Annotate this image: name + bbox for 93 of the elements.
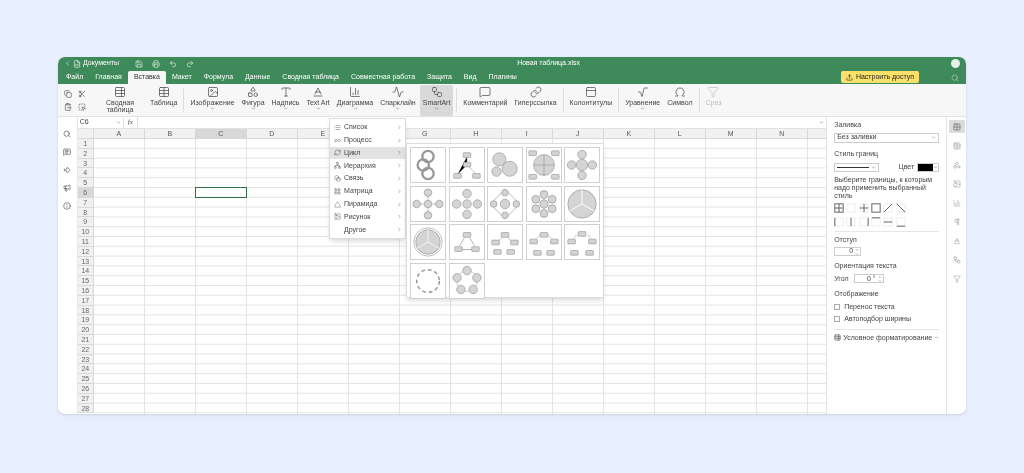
copy-icon[interactable] bbox=[64, 89, 72, 98]
letter-a-icon bbox=[952, 236, 961, 245]
sparkline-icon bbox=[391, 85, 404, 98]
caret-icon bbox=[115, 120, 121, 125]
infinity-icon bbox=[333, 136, 341, 144]
caret-icon bbox=[934, 335, 940, 341]
up-icon bbox=[877, 274, 882, 279]
cycle-diagram-thumbnail[interactable] bbox=[487, 224, 523, 260]
diagram-icon bbox=[952, 255, 961, 264]
down-icon bbox=[855, 251, 860, 256]
undo-icon[interactable] bbox=[169, 59, 178, 68]
border-option-icon[interactable] bbox=[858, 216, 869, 227]
table-icon bbox=[157, 85, 170, 98]
filter-icon bbox=[707, 85, 720, 98]
cycle-diagram-thumbnail[interactable] bbox=[487, 147, 523, 183]
pilcrow-icon bbox=[952, 217, 961, 226]
caret-icon bbox=[931, 135, 937, 140]
back-icon bbox=[64, 60, 71, 67]
upload-icon bbox=[845, 73, 853, 81]
expand-icon[interactable] bbox=[819, 120, 825, 125]
redo-icon[interactable] bbox=[186, 59, 195, 68]
letter-a-icon bbox=[312, 85, 325, 98]
venn-icon bbox=[333, 175, 341, 183]
cycle-diagram-thumbnail[interactable] bbox=[525, 224, 562, 260]
list-icon bbox=[333, 123, 341, 131]
bar-chart-icon bbox=[952, 198, 961, 207]
image-icon bbox=[333, 213, 341, 221]
cycle-icon bbox=[333, 149, 341, 157]
select-icon[interactable] bbox=[78, 102, 86, 111]
info-icon[interactable] bbox=[63, 202, 72, 210]
cycle-diagram-thumbnail[interactable] bbox=[525, 185, 562, 222]
caret-icon bbox=[933, 164, 939, 170]
caret-icon bbox=[871, 164, 877, 170]
avatar[interactable] bbox=[951, 59, 960, 68]
document-icon bbox=[73, 59, 81, 68]
megaphone-icon[interactable] bbox=[63, 184, 72, 192]
letter-t-icon bbox=[279, 85, 292, 98]
cycle-diagram-thumbnail[interactable] bbox=[410, 262, 446, 299]
link-icon bbox=[529, 85, 542, 98]
cycle-diagram-thumbnail[interactable] bbox=[487, 185, 523, 222]
cell-icon bbox=[952, 122, 961, 131]
active-cell[interactable] bbox=[194, 187, 247, 198]
border-option-icon[interactable] bbox=[883, 202, 894, 213]
image-icon bbox=[206, 85, 219, 98]
cycle-diagram-thumbnail[interactable] bbox=[525, 147, 562, 183]
table-icon bbox=[834, 334, 842, 342]
cycle-diagram-thumbnail[interactable] bbox=[448, 147, 485, 183]
cut-icon[interactable] bbox=[78, 89, 86, 98]
color-picker[interactable] bbox=[917, 162, 940, 172]
radical-icon bbox=[636, 85, 649, 98]
cycle-diagram-thumbnail[interactable] bbox=[410, 185, 446, 222]
cycle-diagram-thumbnail[interactable] bbox=[448, 185, 485, 222]
checkbox[interactable] bbox=[834, 316, 841, 323]
cycle-diagram-thumbnail[interactable] bbox=[564, 224, 600, 260]
table-icon bbox=[952, 141, 961, 150]
panel-tab[interactable] bbox=[948, 120, 965, 133]
border-option-icon[interactable] bbox=[895, 216, 906, 227]
line-style-select[interactable] bbox=[834, 162, 880, 172]
page-header-icon bbox=[584, 85, 597, 98]
omega-icon bbox=[673, 85, 686, 98]
cycle-diagram-thumbnail[interactable] bbox=[564, 147, 600, 183]
down-icon bbox=[877, 278, 882, 283]
comment-icon bbox=[479, 85, 492, 98]
shapes-icon bbox=[247, 85, 260, 98]
border-option-icon[interactable] bbox=[858, 202, 869, 213]
triangle-icon bbox=[333, 200, 341, 208]
arrow-icon[interactable] bbox=[63, 166, 72, 174]
border-option-icon[interactable] bbox=[871, 202, 882, 213]
hierarchy-icon bbox=[333, 162, 341, 170]
checkbox[interactable] bbox=[834, 303, 841, 310]
cycle-diagram-thumbnail[interactable] bbox=[410, 224, 446, 260]
pivot-table-icon bbox=[114, 85, 126, 98]
border-option-icon[interactable] bbox=[871, 216, 882, 227]
shapes-icon bbox=[952, 160, 961, 169]
cycle-diagram-thumbnail[interactable] bbox=[564, 185, 600, 222]
comment-icon[interactable] bbox=[63, 148, 72, 156]
cycle-diagram-thumbnail[interactable] bbox=[448, 262, 485, 299]
border-option-icon[interactable] bbox=[834, 202, 845, 213]
save-icon[interactable] bbox=[135, 59, 144, 68]
image-icon bbox=[952, 179, 961, 188]
border-option-icon[interactable] bbox=[834, 216, 845, 227]
border-option-icon[interactable] bbox=[895, 202, 906, 213]
print-icon[interactable] bbox=[152, 59, 161, 68]
search-icon[interactable] bbox=[63, 130, 72, 138]
filter-icon bbox=[952, 274, 961, 283]
grid-icon bbox=[333, 187, 341, 195]
cycle-diagram-thumbnail[interactable] bbox=[448, 224, 485, 260]
bar-chart-icon bbox=[349, 85, 361, 98]
diagram-icon bbox=[430, 85, 443, 98]
up-icon bbox=[855, 247, 860, 252]
select-all-corner[interactable] bbox=[77, 129, 94, 139]
paste-icon[interactable] bbox=[64, 102, 72, 111]
cycle-diagram-thumbnail[interactable] bbox=[410, 147, 446, 183]
